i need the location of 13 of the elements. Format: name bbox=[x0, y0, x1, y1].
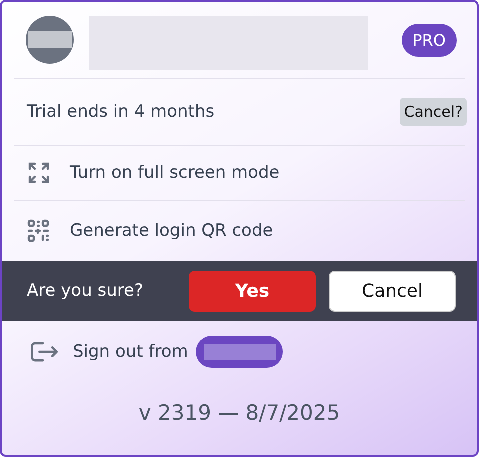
avatar-icon bbox=[26, 16, 74, 64]
yes-button[interactable]: Yes bbox=[189, 270, 316, 312]
cancel-button[interactable]: Cancel bbox=[329, 270, 456, 312]
menu-item[interactable]: Generate login QR code bbox=[2, 201, 477, 261]
qr-code-icon bbox=[27, 219, 51, 243]
version-text: v 2319 — 8/7/2025 bbox=[138, 401, 342, 425]
fullscreen-icon bbox=[27, 161, 51, 185]
sign-out-item[interactable]: Sign out from bbox=[2, 321, 477, 383]
menu-item[interactable]: Turn on full screen mode bbox=[2, 146, 477, 200]
cancel-trial-button[interactable]: Cancel? bbox=[400, 98, 467, 126]
trial-status-text: Trial ends in 4 months bbox=[27, 102, 215, 122]
plan-badge: PRO bbox=[402, 24, 457, 56]
confirm-question: Are you sure? bbox=[27, 281, 144, 301]
